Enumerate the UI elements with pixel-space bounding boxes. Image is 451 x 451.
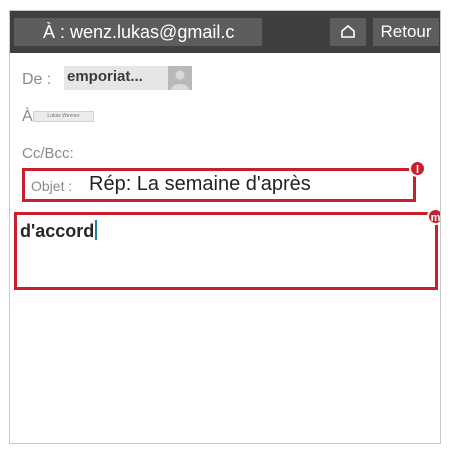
compose-header: À : wenz.lukas@gmail.c Retour [10,11,440,53]
recipient-chip[interactable]: Lukas Wenner [33,111,94,122]
to-row: À Lukas Wenner [10,106,440,128]
from-label: De : [22,71,52,88]
sender-chip[interactable]: emporiat... [64,66,192,90]
subject-label: Objet : [31,178,73,194]
home-icon [341,25,355,38]
text-cursor [95,220,98,240]
subject-input[interactable]: Rép: La semaine d'après [89,173,311,196]
cc-bcc-row[interactable]: Cc/Bcc: [10,141,440,165]
message-body-value: d'accord [20,221,95,241]
from-row: De : emporiat... [10,64,440,92]
avatar-icon [168,66,192,90]
cc-bcc-label: Cc/Bcc: [22,145,74,162]
message-body-text[interactable]: d'accord [20,220,98,242]
to-label: À [22,108,33,125]
callout-marker-subject: l [409,160,426,177]
message-body-field[interactable]: d'accord [14,212,438,290]
recipient-address-chip[interactable]: À : wenz.lukas@gmail.c [14,18,262,46]
compose-screen: À : wenz.lukas@gmail.c Retour De : empor… [9,10,441,444]
callout-marker-body: m [427,208,440,225]
back-button[interactable]: Retour [373,18,439,46]
subject-field[interactable]: Objet : Rép: La semaine d'après [22,168,416,202]
person-icon [171,70,189,90]
home-button[interactable] [330,18,366,46]
sender-name: emporiat... [67,68,143,85]
